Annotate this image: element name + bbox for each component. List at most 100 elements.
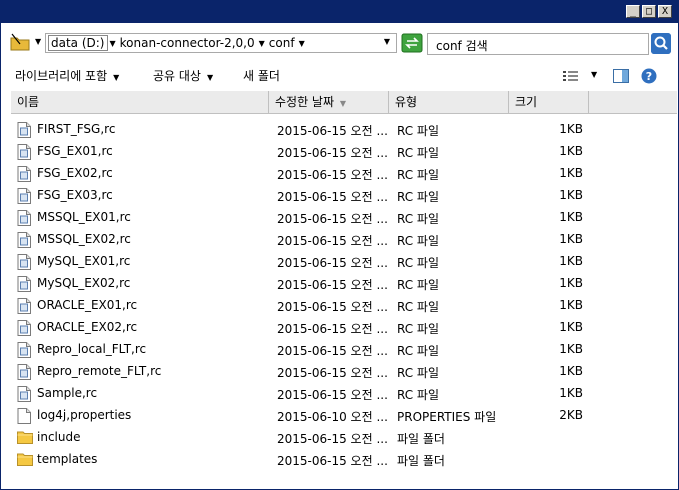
file-list: FIRST_FSG,rc 2015-06-15 오전 ... RC 파일 1KB FSG… <box>11 119 677 471</box>
file-size: 1KB <box>559 232 583 246</box>
file-row[interactable]: ORACLE_EX01,rc 2015-06-15 오전 ... RC 파일 1KB <box>11 295 677 317</box>
breadcrumb-chevron-icon[interactable]: ▼ <box>297 39 307 48</box>
file-size: 1KB <box>559 144 583 158</box>
folder-icon <box>17 452 33 468</box>
folder-location-icon[interactable] <box>9 32 31 52</box>
include-library-label: 라이브러리에 포함 <box>15 69 108 83</box>
file-type: RC 파일 <box>397 168 440 182</box>
file-row[interactable]: FSG_EX03,rc 2015-06-15 오전 ... RC 파일 1KB <box>11 185 677 207</box>
new-folder-button[interactable]: 새 폴더 <box>243 67 280 84</box>
address-history-arrow-icon[interactable]: ▼ <box>35 37 41 46</box>
rc-file-icon <box>17 166 31 182</box>
file-row[interactable]: MySQL_EX02,rc 2015-06-15 오전 ... RC 파일 1KB <box>11 273 677 295</box>
share-with-button[interactable]: 공유 대상 ▼ <box>153 67 213 84</box>
file-type: 파일 폴더 <box>397 454 445 468</box>
file-date: 2015-06-15 오전 ... <box>277 344 388 358</box>
file-row[interactable]: templates 2015-06-15 오전 ... 파일 폴더 <box>11 449 677 471</box>
breadcrumb-chevron-icon[interactable]: ▼ <box>257 39 267 48</box>
minimize-button[interactable]: _ <box>626 5 640 18</box>
column-header-type[interactable]: 유형 <box>389 91 509 113</box>
file-row[interactable]: FIRST_FSG,rc 2015-06-15 오전 ... RC 파일 1KB <box>11 119 677 141</box>
window-controls: _ □ X <box>626 5 672 18</box>
file-row[interactable]: MSSQL_EX02,rc 2015-06-15 오전 ... RC 파일 1KB <box>11 229 677 251</box>
file-type: RC 파일 <box>397 234 440 248</box>
address-dropdown-icon[interactable]: ▼ <box>384 37 390 46</box>
file-name: FSG_EX03,rc <box>37 188 113 202</box>
column-header-row: 이름 수정한 날짜 ▼ 유형 크기 <box>11 91 677 114</box>
file-date: 2015-06-15 오전 ... <box>277 454 388 468</box>
column-header-date[interactable]: 수정한 날짜 ▼ <box>269 91 389 113</box>
file-date: 2015-06-15 오전 ... <box>277 322 388 336</box>
file-name: MSSQL_EX01,rc <box>37 210 131 224</box>
breadcrumb-chevron-icon[interactable]: ▼ <box>108 39 118 48</box>
file-size: 2KB <box>559 408 583 422</box>
address-breadcrumb-box[interactable]: data (D:) ▼ konan-connector-2,0,0 ▼ conf… <box>45 33 397 53</box>
svg-text:?: ? <box>646 70 652 83</box>
include-library-button[interactable]: 라이브러리에 포함 ▼ <box>15 67 119 84</box>
breadcrumb-current[interactable]: conf <box>267 36 297 50</box>
file-date: 2015-06-15 오전 ... <box>277 388 388 402</box>
file-name: log4j,properties <box>37 408 132 422</box>
file-name: ORACLE_EX01,rc <box>37 298 138 312</box>
search-input[interactable]: conf 검색 <box>427 33 649 55</box>
maximize-button[interactable]: □ <box>642 5 656 18</box>
file-name: FSG_EX01,rc <box>37 144 113 158</box>
file-row[interactable]: ORACLE_EX02,rc 2015-06-15 오전 ... RC 파일 1KB <box>11 317 677 339</box>
rc-file-icon <box>17 386 31 402</box>
file-name: ORACLE_EX02,rc <box>37 320 138 334</box>
file-date: 2015-06-15 오전 ... <box>277 212 388 226</box>
file-size: 1KB <box>559 254 583 268</box>
breadcrumb-drive[interactable]: data (D:) <box>48 35 108 51</box>
file-name: MSSQL_EX02,rc <box>37 232 131 246</box>
file-type: RC 파일 <box>397 322 440 336</box>
breadcrumb-folder[interactable]: konan-connector-2,0,0 <box>118 36 257 50</box>
file-date: 2015-06-15 오전 ... <box>277 146 388 160</box>
file-name: FIRST_FSG,rc <box>37 122 116 136</box>
rc-file-icon <box>17 188 31 204</box>
file-row[interactable]: include 2015-06-15 오전 ... 파일 폴더 <box>11 427 677 449</box>
file-size: 1KB <box>559 276 583 290</box>
rc-file-icon <box>17 254 31 270</box>
close-button[interactable]: X <box>658 5 672 18</box>
file-row[interactable]: MySQL_EX01,rc 2015-06-15 오전 ... RC 파일 1KB <box>11 251 677 273</box>
file-row[interactable]: Repro_local_FLT,rc 2015-06-15 오전 ... RC 파일… <box>11 339 677 361</box>
file-type: RC 파일 <box>397 366 440 380</box>
refresh-icon[interactable] <box>401 33 423 53</box>
file-row[interactable]: FSG_EX01,rc 2015-06-15 오전 ... RC 파일 1KB <box>11 141 677 163</box>
rc-file-icon <box>17 364 31 380</box>
file-size: 1KB <box>559 320 583 334</box>
preview-pane-icon[interactable] <box>613 69 629 83</box>
file-row[interactable]: FSG_EX02,rc 2015-06-15 오전 ... RC 파일 1KB <box>11 163 677 185</box>
file-date: 2015-06-15 오전 ... <box>277 278 388 292</box>
file-date: 2015-06-15 오전 ... <box>277 190 388 204</box>
file-row[interactable]: MSSQL_EX01,rc 2015-06-15 오전 ... RC 파일 1KB <box>11 207 677 229</box>
title-bar[interactable]: _ □ X <box>1 1 678 23</box>
file-type: RC 파일 <box>397 388 440 402</box>
file-date: 2015-06-15 오전 ... <box>277 234 388 248</box>
address-bar: ▼ data (D:) ▼ konan-connector-2,0,0 ▼ co… <box>1 23 678 63</box>
file-name: Repro_local_FLT,rc <box>37 342 147 356</box>
file-type: RC 파일 <box>397 190 440 204</box>
file-size: 1KB <box>559 122 583 136</box>
file-name: MySQL_EX01,rc <box>37 254 131 268</box>
help-icon[interactable]: ? <box>641 68 657 84</box>
rc-file-icon <box>17 276 31 292</box>
file-size: 1KB <box>559 342 583 356</box>
file-row[interactable]: Repro_remote_FLT,rc 2015-06-15 오전 ... RC 파… <box>11 361 677 383</box>
view-dropdown-icon[interactable]: ▼ <box>591 70 597 79</box>
file-date: 2015-06-15 오전 ... <box>277 432 388 446</box>
file-row[interactable]: log4j,properties 2015-06-10 오전 ... PROPERT… <box>11 405 677 427</box>
file-name: Sample,rc <box>37 386 98 400</box>
view-options-icon[interactable] <box>563 70 579 82</box>
column-header-size[interactable]: 크기 <box>509 91 589 113</box>
file-name: templates <box>37 452 98 466</box>
file-name: Repro_remote_FLT,rc <box>37 364 162 378</box>
search-icon[interactable] <box>651 33 671 54</box>
file-row[interactable]: Sample,rc 2015-06-15 오전 ... RC 파일 1KB <box>11 383 677 405</box>
rc-file-icon <box>17 320 31 336</box>
file-size: 1KB <box>559 386 583 400</box>
column-header-name[interactable]: 이름 <box>11 91 269 113</box>
blank-file-icon <box>17 408 31 424</box>
rc-file-icon <box>17 232 31 248</box>
file-date: 2015-06-15 오전 ... <box>277 366 388 380</box>
